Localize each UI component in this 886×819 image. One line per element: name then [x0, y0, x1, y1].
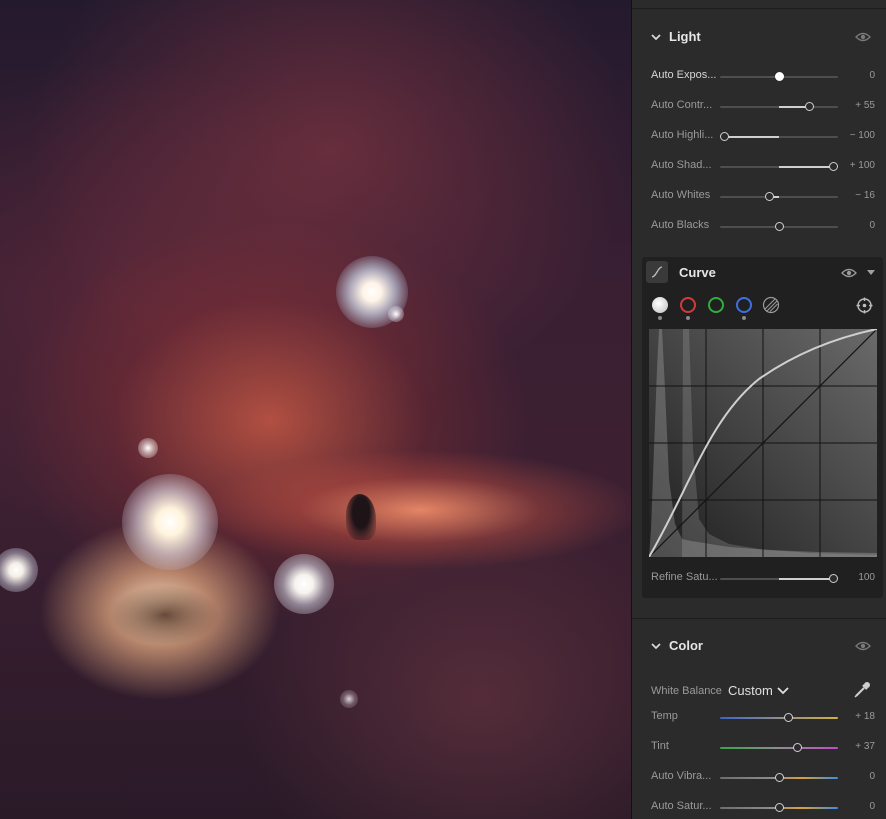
- chevron-down-icon[interactable]: [650, 640, 662, 652]
- refine-saturation-slider-row[interactable]: Refine Satu... 100: [632, 569, 886, 589]
- auto-vibra-thumb[interactable]: [774, 773, 784, 782]
- tint-label: Tint: [651, 740, 669, 752]
- divider: [632, 8, 886, 9]
- star: [0, 548, 38, 592]
- auto-contr-label: Auto Contr...: [651, 99, 713, 111]
- auto-blacks-slider-row[interactable]: Auto Blacks 0: [632, 217, 886, 237]
- refine-saturation-value: 100: [858, 572, 875, 583]
- auto-vibra-value: 0: [869, 771, 875, 782]
- auto-satur-value: 0: [869, 801, 875, 812]
- star: [138, 438, 158, 458]
- auto-highli-value: − 100: [849, 130, 875, 141]
- photo-canvas[interactable]: [0, 0, 631, 819]
- color-section-title: Color: [669, 638, 703, 653]
- eyedropper-icon[interactable]: [852, 680, 872, 700]
- auto-shad-value: + 100: [849, 160, 875, 171]
- auto-vibra-label: Auto Vibra...: [651, 770, 712, 782]
- auto-whites-track[interactable]: [720, 196, 838, 198]
- curve-panel: Curve Refine Satu... 100: [642, 257, 883, 598]
- luminance-channel-icon[interactable]: [762, 296, 780, 314]
- tint-slider-row[interactable]: Tint + 37: [632, 738, 886, 758]
- auto-satur-label: Auto Satur...: [651, 800, 712, 812]
- temp-thumb[interactable]: [783, 713, 793, 722]
- light-section-header[interactable]: Light: [632, 27, 886, 47]
- tint-track[interactable]: [720, 747, 838, 749]
- auto-shad-fill: [779, 166, 834, 168]
- auto-expos-slider-row[interactable]: Auto Expos... 0: [632, 67, 886, 87]
- channel-indicator-dot: [742, 316, 746, 320]
- temp-slider-row[interactable]: Temp + 18: [632, 708, 886, 728]
- curve-title: Curve: [679, 265, 716, 280]
- auto-satur-thumb[interactable]: [774, 803, 784, 812]
- blue-channel-icon[interactable]: [736, 297, 752, 313]
- refine-saturation-thumb[interactable]: [828, 574, 838, 583]
- auto-shad-slider-row[interactable]: Auto Shad... + 100: [632, 157, 886, 177]
- temp-value: + 18: [855, 711, 875, 722]
- star: [340, 690, 358, 708]
- auto-contr-slider-row[interactable]: Auto Contr... + 55: [632, 97, 886, 117]
- star: [388, 306, 404, 322]
- auto-contr-thumb[interactable]: [805, 102, 815, 111]
- tint-value: + 37: [855, 741, 875, 752]
- auto-blacks-value: 0: [869, 220, 875, 231]
- auto-satur-slider-row[interactable]: Auto Satur... 0: [632, 798, 886, 818]
- edit-panel: Light Auto Expos... 0 Auto Contr... + 55 Aut…: [631, 0, 886, 819]
- auto-highli-slider-row[interactable]: Auto Highli... − 100: [632, 127, 886, 147]
- auto-whites-value: − 16: [855, 190, 875, 201]
- chevron-down-icon[interactable]: [650, 31, 662, 43]
- divider: [632, 618, 886, 619]
- refine-saturation-fill: [779, 578, 834, 580]
- auto-highli-thumb[interactable]: [720, 132, 730, 141]
- curve-tool-icon[interactable]: [646, 261, 668, 283]
- green-channel-icon[interactable]: [708, 297, 724, 313]
- eye-icon[interactable]: [841, 267, 857, 279]
- auto-expos-value: 0: [869, 70, 875, 81]
- auto-blacks-label: Auto Blacks: [651, 219, 710, 231]
- channel-indicator-dot: [658, 316, 662, 320]
- white-balance-dropdown[interactable]: Custom: [728, 683, 773, 698]
- refine-saturation-row[interactable]: Refine Satu... 100: [632, 569, 886, 589]
- eye-icon[interactable]: [855, 640, 871, 652]
- auto-shad-label: Auto Shad...: [651, 159, 712, 171]
- auto-shad-thumb[interactable]: [828, 162, 838, 171]
- tone-curve-graph[interactable]: [649, 329, 877, 557]
- auto-expos-thumb[interactable]: [774, 72, 784, 81]
- temp-track[interactable]: [720, 717, 838, 719]
- chevron-down-icon[interactable]: [777, 686, 789, 696]
- auto-whites-slider-row[interactable]: Auto Whites − 16: [632, 187, 886, 207]
- horsehead-nebula: [346, 494, 376, 540]
- star: [274, 554, 334, 614]
- eye-icon[interactable]: [855, 31, 871, 43]
- temp-label: Temp: [651, 710, 678, 722]
- light-section-title: Light: [669, 29, 701, 44]
- tint-thumb[interactable]: [793, 743, 803, 752]
- star: [122, 474, 218, 570]
- point-curve-channel-icon[interactable]: [652, 297, 668, 313]
- auto-blacks-thumb[interactable]: [774, 222, 784, 231]
- auto-whites-thumb[interactable]: [765, 192, 775, 201]
- curve-menu-caret-icon[interactable]: [867, 270, 875, 275]
- red-channel-icon[interactable]: [680, 297, 696, 313]
- channel-indicator-dot: [686, 316, 690, 320]
- auto-vibra-slider-row[interactable]: Auto Vibra... 0: [632, 768, 886, 788]
- color-section-header[interactable]: Color: [632, 636, 886, 656]
- auto-contr-value: + 55: [855, 100, 875, 111]
- auto-highli-label: Auto Highli...: [651, 129, 714, 141]
- auto-highli-fill: [724, 136, 779, 138]
- auto-expos-label: Auto Expos...: [651, 69, 717, 81]
- refine-saturation-label: Refine Satu...: [651, 571, 718, 583]
- auto-whites-label: Auto Whites: [651, 189, 711, 201]
- white-balance-label: White Balance: [651, 685, 722, 697]
- flame-nebula-dust-lane: [110, 585, 220, 645]
- target-adjust-icon[interactable]: [856, 297, 873, 314]
